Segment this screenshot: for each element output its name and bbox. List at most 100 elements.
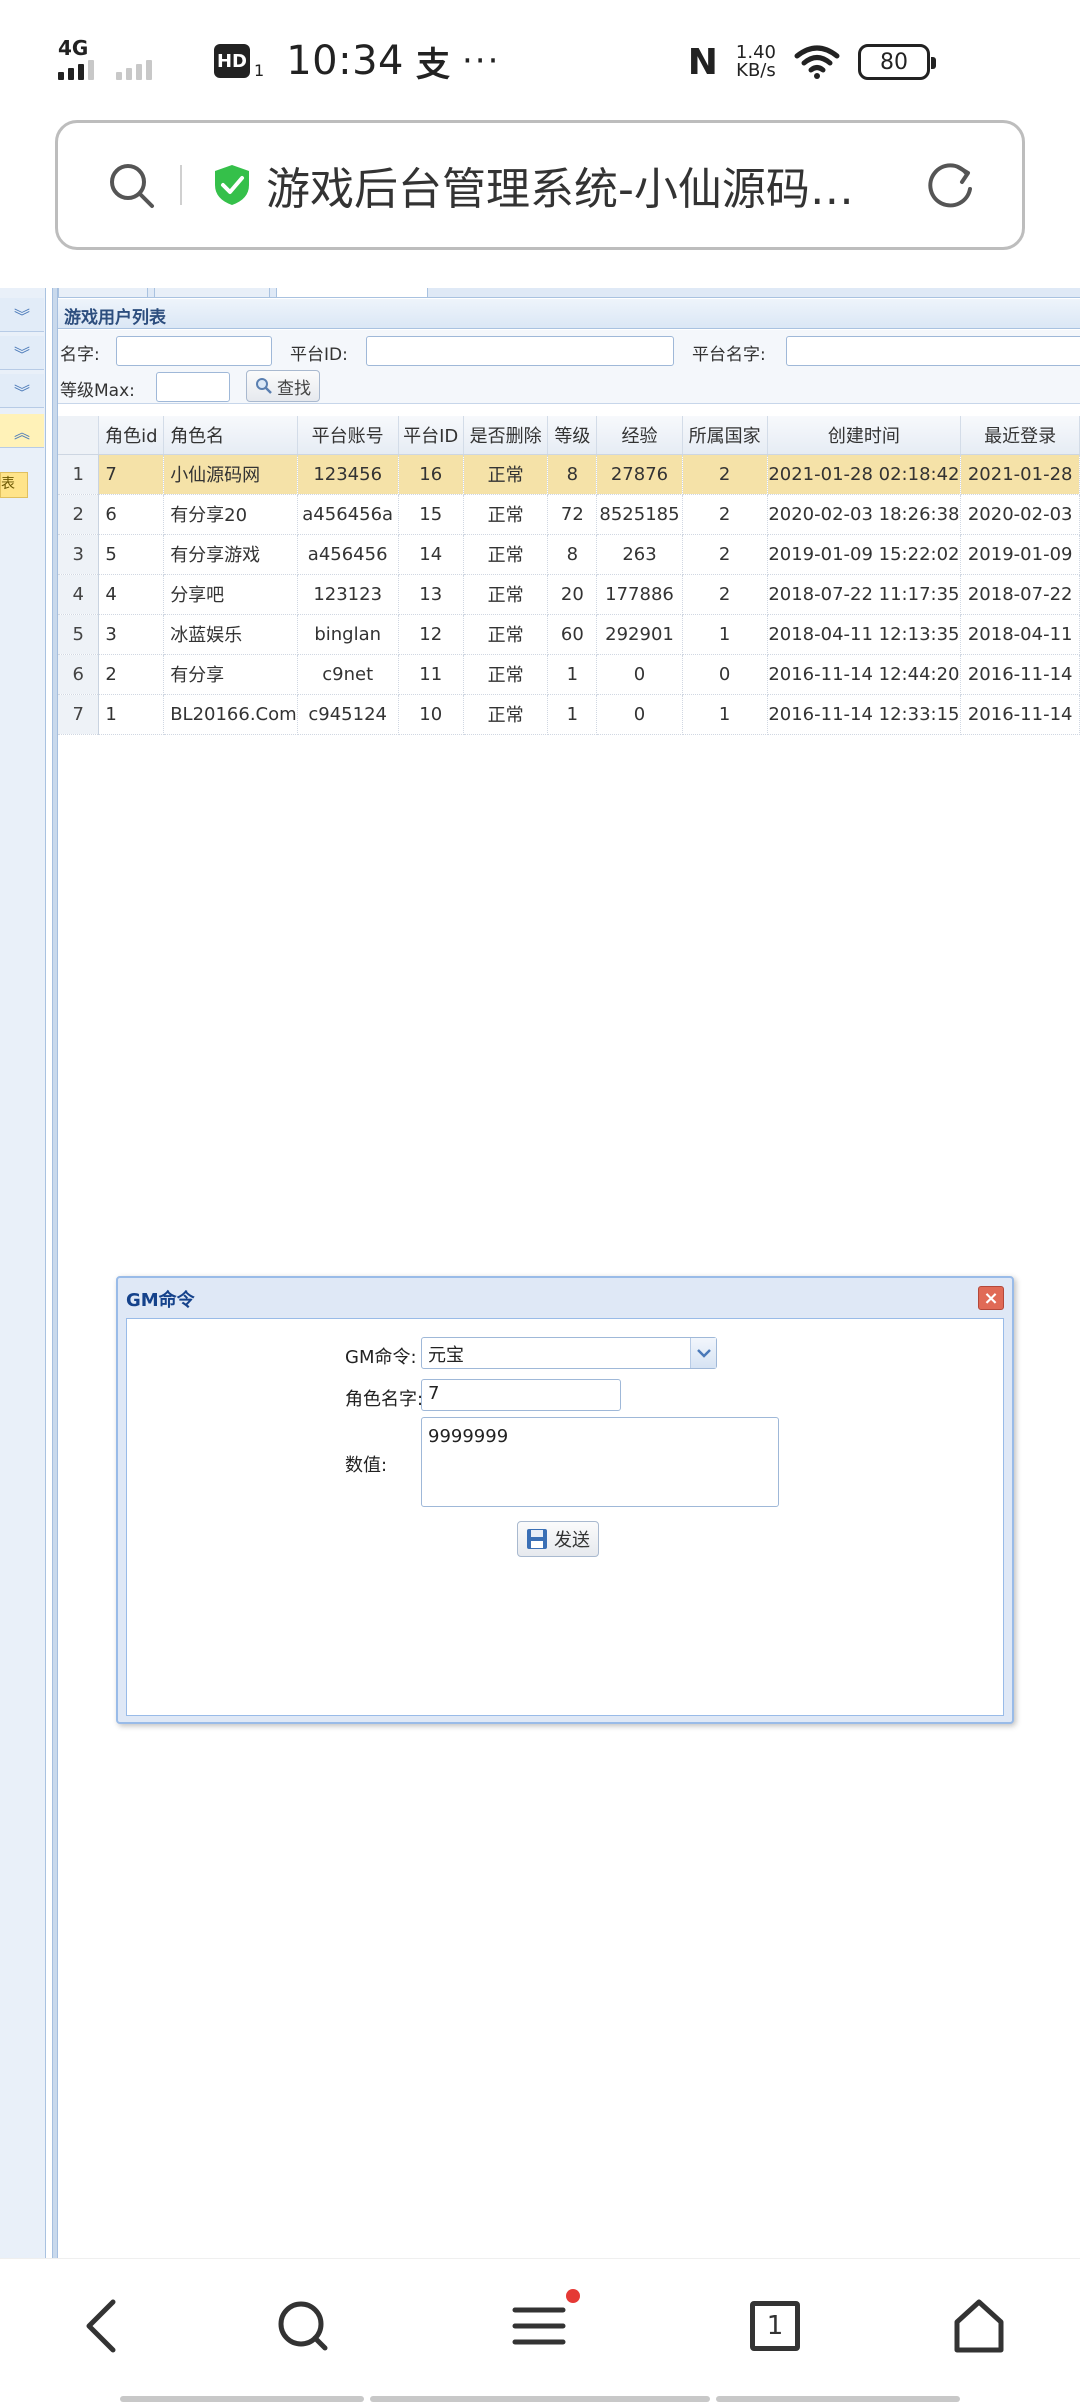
search-icon[interactable] [106,160,156,210]
dialog-body: GM命令: 元宝 角色名字: 7 数值: 9999999 发送 [126,1318,1004,1716]
table-cell: 0 [682,654,768,695]
table-cell: 2016-11-14 12:33:15 [767,694,962,735]
table-cell: 正常 [463,694,549,735]
table-cell: 263 [596,534,683,575]
table-cell: 2020-02-03 [960,494,1080,535]
cellular-signal-icon: 4G [58,36,188,86]
row-number: 2 [58,494,100,535]
gesture-bar [370,2396,710,2402]
table-cell: 正常 [463,494,549,535]
column-header[interactable]: 平台账号 [297,416,399,455]
table-cell: 11 [398,654,464,695]
table-cell: 2021-01-28 [960,454,1080,495]
table-cell: 8525185 [596,494,683,535]
gesture-bar [716,2396,960,2402]
table-header-row: 角色id 角色名 平台账号 平台ID 是否删除 等级 经验 所属国家 创建时间 … [58,416,1080,455]
table-cell: 10 [398,694,464,735]
table-cell: 有分享20 [163,494,298,535]
table-cell: 123123 [297,574,399,615]
row-number: 5 [58,614,100,655]
battery-icon: 80 [858,44,936,80]
column-header[interactable]: 所属国家 [682,416,768,455]
table-cell: 2 [98,654,165,695]
column-header[interactable]: 创建时间 [767,416,962,455]
home-button[interactable] [944,2291,1014,2361]
send-button[interactable]: 发送 [517,1521,599,1557]
table-cell: 6 [98,494,165,535]
table-cell: 2018-04-11 [960,614,1080,655]
address-separator [180,165,182,205]
column-header[interactable]: 是否删除 [463,416,549,455]
table-row[interactable]: 5 3 冰蓝娱乐 binglan 12 正常 60 292901 1 2018-04-11 12:… [58,614,1080,655]
chevron-down-icon[interactable] [690,1338,716,1368]
table-row[interactable]: 3 5 有分享游戏 a456456 14 正常 8 263 2 2019-01-09 15:22:… [58,534,1080,575]
table-cell: 7 [98,454,165,495]
table-row[interactable]: 2 6 有分享20 a456456a 15 正常 72 8525185 2 2020-02-03 … [58,494,1080,535]
table-cell: 1 [682,614,768,655]
table-cell: 1 [682,694,768,735]
expand-section-button[interactable]: ︾ [0,298,44,332]
page-title[interactable]: 游戏后台管理系统-小仙源码… [266,153,886,217]
table-cell: 1 [547,654,598,695]
table-row[interactable]: 4 4 分享吧 123123 13 正常 20 177886 2 2018-07-22 11:17… [58,574,1080,615]
status-left: 4G HD 1 10:34 支 ··· [58,36,500,86]
gm-command-select[interactable]: 元宝 [421,1337,717,1369]
browser-bottom-nav: 1 [0,2258,1080,2408]
table-cell: 15 [398,494,464,535]
collapse-section-button[interactable]: ︽ [0,414,44,448]
table-cell: 177886 [596,574,683,615]
tab[interactable] [154,288,270,298]
tabs-button[interactable]: 1 [740,2291,810,2361]
name-input[interactable] [116,336,272,366]
search-toolbar: 名字: 平台ID: 平台名字: 等级Max: 查找 [58,330,1080,404]
column-header[interactable]: 最近登录 [960,416,1080,455]
battery-level: 80 [880,49,908,75]
expand-section-button[interactable]: ︾ [0,336,44,370]
table-cell: 8 [547,454,598,495]
row-number: 1 [58,454,100,495]
back-button[interactable] [66,2291,136,2361]
table-cell: 16 [398,454,464,495]
save-disk-icon [527,1529,547,1549]
column-header[interactable]: 经验 [596,416,683,455]
column-header[interactable]: 等级 [547,416,598,455]
secure-shield-icon [215,165,249,205]
tab-active[interactable] [276,288,428,298]
table-cell: 正常 [463,454,549,495]
table-cell: 分享吧 [163,574,298,615]
network-type: 4G [58,36,89,60]
level-max-input[interactable] [156,372,230,402]
table-cell: 2016-11-14 [960,654,1080,695]
tab[interactable] [58,288,148,298]
table-cell: c945124 [297,694,399,735]
table-cell: c9net [297,654,399,695]
role-name-input[interactable]: 7 [421,1379,621,1411]
send-button-label: 发送 [554,1530,590,1551]
column-header[interactable]: 平台ID [398,416,464,455]
user-grid: 角色id 角色名 平台账号 平台ID 是否删除 等级 经验 所属国家 创建时间 … [58,416,1080,735]
table-row[interactable]: 6 2 有分享 c9net 11 正常 1 0 0 2016-11-14 12:44:20 2016… [58,654,1080,695]
platform-id-label: 平台ID: [290,345,348,365]
table-row[interactable]: 1 7 小仙源码网 123456 16 正常 8 27876 2 2021-01-28 02:18… [58,454,1080,495]
reload-icon[interactable] [922,157,980,215]
main-content: 游戏用户列表 名字: 平台ID: 平台名字: 等级Max: 查找 角色id 角色… [58,288,1080,2258]
address-bar[interactable]: 游戏后台管理系统-小仙源码… [55,120,1025,250]
amount-textarea[interactable]: 9999999 [421,1417,779,1507]
menu-button[interactable] [504,2289,580,2361]
nav-item-user-list[interactable]: 表 [0,472,28,498]
expand-section-button[interactable]: ︾ [0,374,44,408]
close-icon[interactable]: × [978,1286,1004,1310]
panel-title: 游戏用户列表 [58,299,1080,329]
search-nav-button[interactable] [268,2291,338,2361]
search-button[interactable]: 查找 [246,370,320,402]
row-number: 4 [58,574,100,615]
table-row[interactable]: 7 1 BL20166.Com c945124 10 正常 1 0 1 2016-11-14 12… [58,694,1080,735]
menu-icon [512,2307,566,2345]
table-cell: 2 [682,454,768,495]
platform-name-input[interactable] [786,336,1080,366]
table-body: 1 7 小仙源码网 123456 16 正常 8 27876 2 2021-01-28 02:18… [58,454,1080,735]
column-header[interactable]: 角色名 [163,416,298,455]
table-cell: 1 [547,694,598,735]
platform-id-input[interactable] [366,336,674,366]
column-header[interactable]: 角色id [98,416,165,455]
